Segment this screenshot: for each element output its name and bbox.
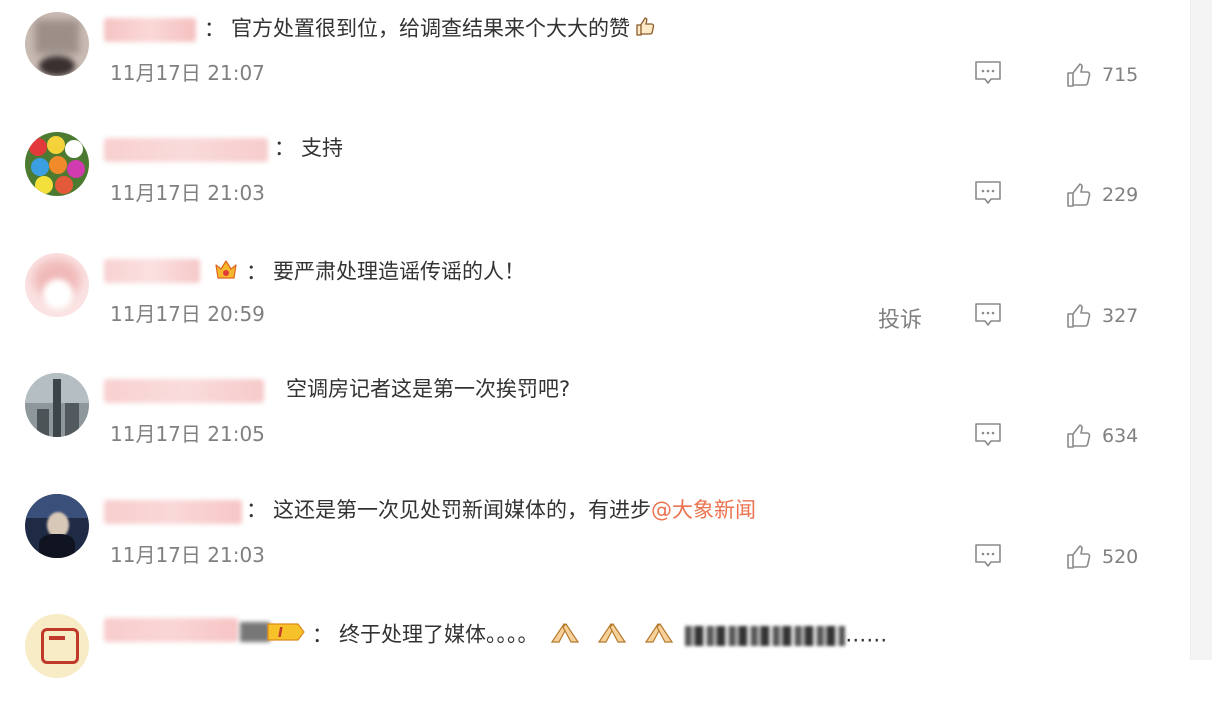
comment-time: 11月17日 21:05 [110,422,265,446]
praying-hands-emoji [642,618,676,653]
username-blurred[interactable] [104,259,200,283]
comment-time: 11月17日 21:03 [110,181,265,205]
comment-item: I：终于处理了媒体。。。。 …… [0,602,1190,722]
reply-button[interactable] [974,543,1002,569]
comment-reply-icon [975,544,1001,567]
page-scrollbar[interactable] [1190,0,1212,660]
username-blurred[interactable] [104,500,242,524]
comment-text: ：这还是第一次见处罚新闻媒体的，有进步@大象新闻 [246,498,756,522]
like-count: 715 [1102,64,1139,86]
like-button[interactable]: 715 [1066,61,1138,89]
reply-button[interactable] [974,60,1002,86]
comment-reply-icon [975,181,1001,204]
comment-item: ：支持 11月17日 21:03 229 [0,120,1190,240]
comment-text: ：要严肃处理造谣传谣的人！ [212,255,525,290]
comment-reply-icon [975,303,1001,326]
thumbs-up-icon [1067,424,1091,448]
thumbs-up-emoji [633,14,657,45]
membership-badge-icon: I [266,621,306,650]
svg-text:I: I [278,626,283,641]
comment-item: ：这还是第一次见处罚新闻媒体的，有进步@大象新闻 11月17日 21:03 52… [0,482,1190,602]
praying-hands-emoji [548,618,582,653]
comment-reply-icon [975,61,1001,84]
like-button[interactable]: 520 [1066,543,1138,571]
comment-reply-icon [975,423,1001,446]
username-blurred[interactable] [104,18,196,42]
comment-time: 11月17日 20:59 [110,302,265,326]
user-avatar[interactable] [25,253,89,317]
reply-button[interactable] [974,302,1002,328]
reply-button[interactable] [974,180,1002,206]
like-count: 520 [1102,546,1139,568]
comment-item: 空调房记者这是第一次挨罚吧? 11月17日 21:05 634 [0,361,1190,481]
like-button[interactable]: 327 [1066,302,1138,330]
user-avatar[interactable] [25,373,89,437]
comment-text: ：支持 [274,136,343,160]
username-blurred[interactable] [104,618,238,642]
username-blurred[interactable] [104,379,264,403]
reply-button[interactable] [974,422,1002,448]
like-count: 634 [1102,425,1139,447]
comment-text: I：终于处理了媒体。。。。 …… [266,618,887,653]
comment-text: ：官方处置很到位，给调查结果来个大大的赞 [204,14,660,45]
like-count: 229 [1102,184,1139,206]
user-avatar[interactable] [25,12,89,76]
report-button[interactable]: 投诉 [878,302,922,334]
blurred-text [685,625,846,646]
comment-item: ：官方处置很到位，给调查结果来个大大的赞 11月17日 21:07 715 [0,0,1190,120]
username-blurred[interactable] [104,138,268,162]
like-button[interactable]: 634 [1066,422,1138,450]
thumbs-up-icon [1067,545,1091,569]
like-button[interactable]: 229 [1066,181,1138,209]
thumbs-up-icon [1067,63,1091,87]
praying-hands-emoji [595,618,629,653]
user-avatar[interactable] [25,494,89,558]
comment-item: ：要严肃处理造谣传谣的人！ 11月17日 20:59 投诉 327 [0,241,1190,361]
comment-time: 11月17日 21:07 [110,61,265,85]
mention-link[interactable]: @大象新闻 [651,498,756,522]
comment-time: 11月17日 21:03 [110,543,265,567]
thumbs-up-icon [1067,304,1091,328]
vip-crown-icon [212,255,240,290]
user-avatar[interactable] [25,132,89,196]
like-count: 327 [1102,305,1139,327]
comment-text: 空调房记者这是第一次挨罚吧? [286,377,571,401]
thumbs-up-icon [1067,183,1091,207]
user-avatar[interactable] [25,614,89,678]
